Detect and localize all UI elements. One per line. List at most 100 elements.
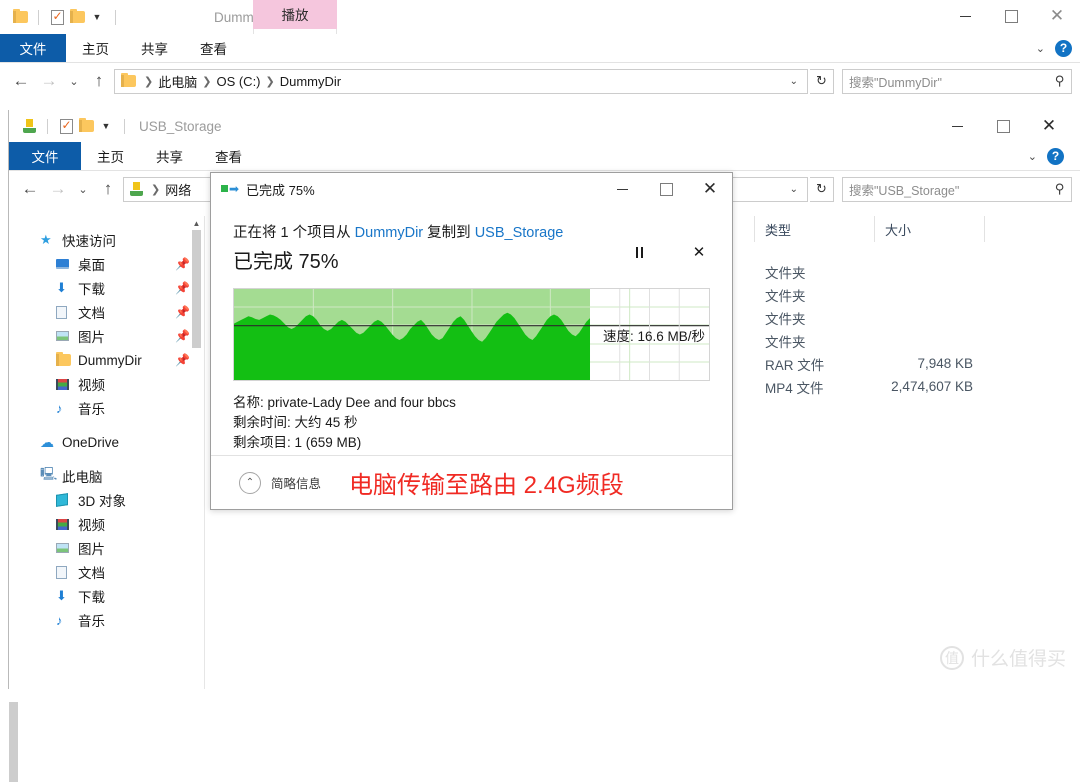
- scroll-up-icon[interactable]: ▲: [191, 216, 202, 230]
- minimize-button[interactable]: [934, 110, 980, 142]
- watermark-text: 什么值得买: [970, 649, 1066, 670]
- close-button[interactable]: ✕: [1026, 110, 1072, 142]
- new-folder-icon[interactable]: [67, 7, 87, 27]
- minimize-button[interactable]: [942, 0, 988, 32]
- folder-icon[interactable]: [10, 7, 30, 27]
- search-icon[interactable]: ⚲: [1055, 181, 1065, 197]
- sidebar-item-onedrive[interactable]: ☁ OneDrive: [18, 430, 204, 454]
- pin-icon[interactable]: 📌: [175, 353, 190, 367]
- window1-address-row: ← → ⌄ ↑ ❯ 此电脑 ❯ OS (C:) ❯ DummyDir ⌄ ↻ 搜…: [0, 63, 1080, 99]
- window2-ribbon: 文件 主页 共享 查看 ⌄ ?: [9, 142, 1080, 170]
- usb-drive-icon: [130, 182, 143, 196]
- outer-scrollbar-thumb[interactable]: [9, 702, 18, 782]
- customize-caret-icon[interactable]: ▼: [96, 116, 116, 136]
- tab-home[interactable]: 主页: [66, 34, 125, 62]
- customize-caret-icon[interactable]: ▼: [87, 7, 107, 27]
- pin-icon[interactable]: 📌: [175, 329, 190, 343]
- recent-locations-icon[interactable]: ⌄: [73, 176, 93, 202]
- up-button[interactable]: ↑: [86, 68, 112, 94]
- column-header-type[interactable]: 类型: [755, 216, 875, 242]
- pin-icon[interactable]: 📌: [175, 257, 190, 271]
- 3d-objects-icon: [56, 493, 78, 507]
- quick-access-toolbar: ▼: [0, 1, 124, 33]
- maximize-button[interactable]: [980, 110, 1026, 142]
- forward-button[interactable]: →: [45, 176, 71, 202]
- address-dropdown-icon[interactable]: ⌄: [785, 76, 803, 87]
- tab-home[interactable]: 主页: [81, 142, 140, 170]
- back-button[interactable]: ←: [17, 176, 43, 202]
- videos-icon: [56, 518, 78, 530]
- tab-play[interactable]: 播放: [253, 0, 337, 29]
- pin-icon[interactable]: 📌: [175, 305, 190, 319]
- breadcrumb-dummydir[interactable]: DummyDir: [280, 74, 341, 89]
- breadcrumb-this-pc[interactable]: 此电脑: [158, 72, 197, 91]
- close-button[interactable]: ✕: [688, 173, 732, 205]
- sidebar-item-music-pc[interactable]: ♪ 音乐: [18, 608, 204, 632]
- pin-icon[interactable]: 📌: [175, 281, 190, 295]
- chevron-down-icon[interactable]: ⌄: [1028, 150, 1037, 163]
- help-icon[interactable]: ?: [1047, 147, 1064, 165]
- search-input[interactable]: 搜索"DummyDir" ⚲: [842, 68, 1072, 94]
- sidebar-item-desktop[interactable]: 桌面 📌: [18, 252, 204, 276]
- properties-icon[interactable]: [56, 116, 76, 136]
- sidebar-item-pictures-pc[interactable]: 图片: [18, 536, 204, 560]
- tab-view[interactable]: 查看: [184, 34, 243, 62]
- nav-group-quick-access[interactable]: ★ 快速访问: [18, 228, 204, 252]
- search-input[interactable]: 搜索"USB_Storage" ⚲: [842, 176, 1072, 202]
- dialog-titlebar: ➡ 已完成 75% ✕: [211, 173, 732, 205]
- sidebar-item-videos[interactable]: 视频: [18, 372, 204, 396]
- transfer-details: 名称: private-Lady Dee and four bbcs 剩余时间:…: [233, 393, 710, 453]
- column-header-size[interactable]: 大小: [875, 216, 985, 242]
- recent-locations-icon[interactable]: ⌄: [64, 68, 84, 94]
- up-button[interactable]: ↑: [95, 176, 121, 202]
- help-icon[interactable]: ?: [1055, 39, 1072, 57]
- usb-drive-icon[interactable]: [19, 116, 39, 136]
- close-button[interactable]: ✕: [1034, 0, 1080, 32]
- less-info-label[interactable]: 简略信息: [271, 473, 321, 492]
- sidebar-item-downloads-pc[interactable]: ⬇ 下载: [18, 584, 204, 608]
- new-folder-icon[interactable]: [76, 116, 96, 136]
- onedrive-icon: ☁: [40, 433, 54, 450]
- minimize-button[interactable]: [600, 173, 644, 205]
- tab-share[interactable]: 共享: [125, 34, 184, 62]
- nav-label: OneDrive: [62, 434, 120, 450]
- tab-file[interactable]: 文件: [0, 34, 66, 62]
- maximize-button[interactable]: [644, 173, 688, 205]
- back-button[interactable]: ←: [8, 68, 34, 94]
- sidebar-item-documents[interactable]: 文档 📌: [18, 300, 204, 324]
- tab-view[interactable]: 查看: [199, 142, 258, 170]
- chevron-up-icon[interactable]: ⌃: [239, 471, 261, 494]
- sidebar-item-videos-pc[interactable]: 视频: [18, 512, 204, 536]
- cell-size: 2,474,607 KB: [891, 379, 973, 394]
- sidebar-item-documents-pc[interactable]: 文档: [18, 560, 204, 584]
- address-dropdown-icon[interactable]: ⌄: [785, 184, 803, 195]
- pause-button[interactable]: [628, 241, 650, 263]
- sidebar-item-downloads[interactable]: ⬇ 下载 📌: [18, 276, 204, 300]
- maximize-button[interactable]: [988, 0, 1034, 32]
- refresh-button[interactable]: ↻: [810, 176, 834, 202]
- sidebar-item-this-pc[interactable]: 🖳 此电脑: [18, 464, 204, 488]
- tab-share[interactable]: 共享: [140, 142, 199, 170]
- nav-label: 下载: [78, 590, 105, 605]
- address-bar[interactable]: ❯ 此电脑 ❯ OS (C:) ❯ DummyDir ⌄: [114, 68, 808, 94]
- star-icon: ★: [40, 232, 52, 247]
- sidebar-item-3d-objects[interactable]: 3D 对象: [18, 488, 204, 512]
- chevron-down-icon[interactable]: ⌄: [1036, 42, 1045, 55]
- nav-scrollbar-thumb[interactable]: [192, 230, 201, 348]
- refresh-button[interactable]: ↻: [810, 68, 834, 94]
- nav-scrollbar[interactable]: ▲: [191, 216, 202, 689]
- outer-scrollbar[interactable]: [9, 322, 18, 782]
- breadcrumb-network[interactable]: 网络: [165, 180, 191, 199]
- forward-button[interactable]: →: [36, 68, 62, 94]
- sidebar-item-music[interactable]: ♪ 音乐: [18, 396, 204, 420]
- sidebar-item-pictures[interactable]: 图片 📌: [18, 324, 204, 348]
- tab-file[interactable]: 文件: [9, 142, 81, 170]
- nav-label: 3D 对象: [78, 494, 127, 509]
- summary-source: DummyDir: [354, 225, 424, 241]
- search-icon[interactable]: ⚲: [1055, 73, 1065, 89]
- cancel-button[interactable]: ✕: [688, 241, 710, 263]
- nav-label: 图片: [78, 330, 105, 345]
- breadcrumb-os-c[interactable]: OS (C:): [216, 74, 260, 89]
- sidebar-item-dummydir[interactable]: DummyDir 📌: [18, 348, 204, 372]
- properties-icon[interactable]: [47, 7, 67, 27]
